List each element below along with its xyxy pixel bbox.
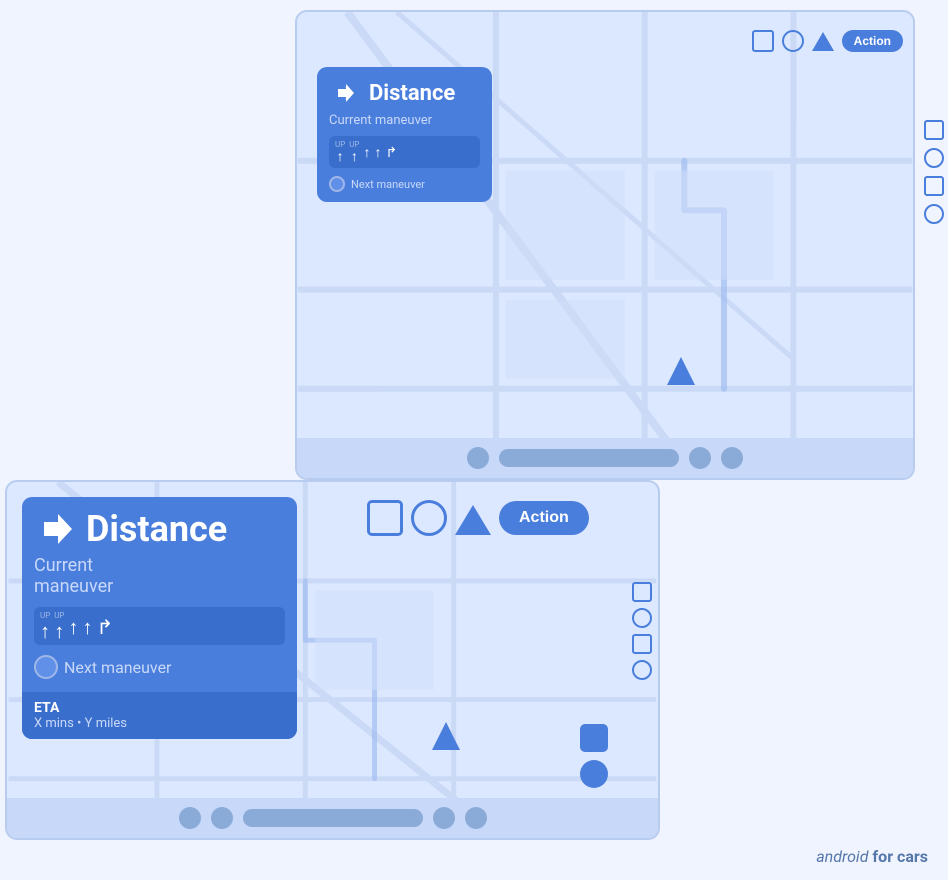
lane-item-1: UP ↑ bbox=[335, 140, 345, 164]
nav-card-title-large: Distance bbox=[86, 508, 227, 550]
bottom-dot-2 bbox=[689, 447, 711, 469]
bottom-dot-l2 bbox=[211, 807, 233, 829]
bottom-bar-small bbox=[297, 438, 913, 478]
side-square-2[interactable] bbox=[632, 634, 652, 654]
lane-item-l3: ↑ bbox=[68, 616, 78, 637]
android-cars-label: android for cars bbox=[816, 847, 928, 866]
large-screen: Action Distance Current maneuver UP ↑ UP… bbox=[5, 480, 660, 840]
bottom-dot-3 bbox=[721, 447, 743, 469]
right-circle-2[interactable] bbox=[924, 204, 944, 224]
action-bar-small: Action bbox=[752, 30, 903, 52]
lane-item-3: ↑ bbox=[363, 145, 370, 160]
nav-card-title-small: Distance bbox=[369, 81, 455, 106]
nav-card-subtitle-large: Current maneuver bbox=[34, 555, 285, 597]
bottom-bar-large bbox=[7, 798, 658, 838]
next-maneuver-large: Next maneuver bbox=[34, 655, 285, 679]
right-circle-1[interactable] bbox=[924, 148, 944, 168]
eta-label: ETA bbox=[34, 700, 285, 716]
nav-card-small: Distance Current maneuver UP ↑ UP ↑ ↑ ↑ bbox=[317, 67, 492, 202]
action-button-small[interactable]: Action bbox=[842, 30, 903, 52]
turn-icon-large bbox=[34, 507, 78, 551]
lane-item-l1: UP ↑ bbox=[40, 611, 50, 641]
bottom-dot-l3 bbox=[433, 807, 455, 829]
lane-row-small: UP ↑ UP ↑ ↑ ↑ ↱ bbox=[329, 136, 480, 168]
triangle-icon-large[interactable] bbox=[455, 505, 491, 535]
side-circle-2[interactable] bbox=[632, 660, 652, 680]
circle-icon-small[interactable] bbox=[782, 30, 804, 52]
nav-arrow-small bbox=[667, 357, 695, 385]
right-square-1[interactable] bbox=[924, 120, 944, 140]
action-button-large[interactable]: Action bbox=[499, 501, 589, 535]
lane-item-l2: UP ↑ bbox=[54, 611, 64, 641]
bottom-dot-1 bbox=[467, 447, 489, 469]
route-circle-1[interactable] bbox=[580, 760, 608, 788]
lane-item-l5: ↱ bbox=[96, 616, 113, 637]
side-controls-large bbox=[632, 582, 652, 680]
route-controls bbox=[580, 724, 608, 788]
bottom-dot-l4 bbox=[465, 807, 487, 829]
lane-item-5: ↱ bbox=[385, 145, 397, 160]
lane-item-4: ↑ bbox=[374, 145, 381, 160]
circle-icon-large[interactable] bbox=[411, 500, 447, 536]
right-square-2[interactable] bbox=[924, 176, 944, 196]
lane-item-l4: ↑ bbox=[82, 616, 92, 637]
nav-card-subtitle-small: Current maneuver bbox=[329, 113, 480, 128]
square-icon-small[interactable] bbox=[752, 30, 774, 52]
square-icon-large[interactable] bbox=[367, 500, 403, 536]
nav-arrow-large bbox=[432, 722, 460, 750]
nav-card-large: Distance Current maneuver UP ↑ UP ↑ ↑ ↑ bbox=[22, 497, 297, 739]
bottom-dot-l1 bbox=[179, 807, 201, 829]
turn-icon-small bbox=[329, 77, 361, 109]
next-maneuver-small: Next maneuver bbox=[329, 176, 480, 192]
small-screen: Action Distance Current maneuver UP ↑ UP… bbox=[295, 10, 915, 480]
triangle-icon-small[interactable] bbox=[812, 32, 834, 51]
bottom-pill bbox=[499, 449, 679, 467]
action-bar-large: Action bbox=[367, 500, 589, 536]
route-square-1[interactable] bbox=[580, 724, 608, 752]
lane-row-large: UP ↑ UP ↑ ↑ ↑ ↱ bbox=[34, 607, 285, 645]
lane-item-2: UP ↑ bbox=[349, 140, 359, 164]
side-circle-1[interactable] bbox=[632, 608, 652, 628]
eta-bar: ETA X mins • Y miles bbox=[22, 692, 297, 739]
next-maneuver-dot-small bbox=[329, 176, 345, 192]
bottom-pill-large bbox=[243, 809, 423, 827]
right-side-panel bbox=[924, 120, 944, 224]
next-maneuver-dot-large bbox=[34, 655, 58, 679]
eta-value: X mins • Y miles bbox=[34, 716, 285, 731]
side-square-1[interactable] bbox=[632, 582, 652, 602]
